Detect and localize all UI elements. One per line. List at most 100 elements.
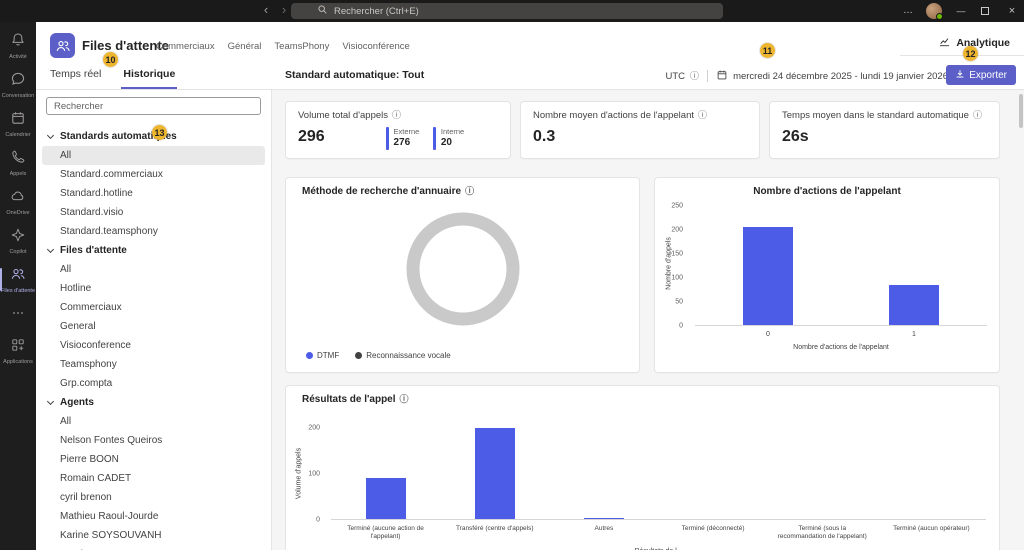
chevron-down-icon xyxy=(46,131,55,139)
tree-item[interactable]: Teamsphony xyxy=(42,355,265,374)
legend-item[interactable]: Reconnaissance vocale xyxy=(355,351,451,360)
view-tab-0[interactable]: Temps réel xyxy=(48,62,103,89)
utc-label[interactable]: UTC xyxy=(666,71,686,82)
workspace-tab-3[interactable]: Visioconférence xyxy=(342,41,409,52)
kpi-title: Nombre moyen d'actions de l'appelant ⓘ xyxy=(533,110,707,121)
copilot-icon xyxy=(10,227,26,248)
date-filter: UTC ⓘ mercredi 24 décembre 2025 - lundi … xyxy=(666,67,948,85)
date-range[interactable]: mercredi 24 décembre 2025 - lundi 19 jan… xyxy=(733,71,948,82)
dashboard: Volume total d'appels ⓘ 296 Externe 276 In… xyxy=(272,90,1024,550)
tree-group-label: Agents xyxy=(60,397,94,408)
rail-item-label: OneDrive xyxy=(6,210,30,216)
workspace-tab-1[interactable]: Général xyxy=(228,41,262,52)
rail-item-label: Activité xyxy=(9,54,27,60)
tree-item[interactable]: Visioconference xyxy=(42,336,265,355)
kpi-breakdown: Externe 276 Interne 20 xyxy=(386,127,464,150)
chevron-down-icon xyxy=(46,245,55,253)
legend-label: Reconnaissance vocale xyxy=(366,351,451,360)
more-options-icon[interactable]: … xyxy=(899,0,917,22)
analytics-menu[interactable]: Analytique xyxy=(900,30,1024,56)
rail-item-more[interactable] xyxy=(0,300,36,332)
chart-title-text: Nombre d'actions de l'appelant xyxy=(753,186,901,197)
chart-title: Nombre d'actions de l'appelant xyxy=(655,186,999,197)
rail-item-calendar[interactable]: Calendrier xyxy=(0,105,36,144)
breakdown-value: 276 xyxy=(393,137,411,148)
tree-group-1[interactable]: Files d'attente xyxy=(36,241,271,260)
step-badge-12: 12 xyxy=(963,46,978,61)
info-icon[interactable]: ⓘ xyxy=(465,187,474,196)
kpi-avg-time-card: Temps moyen dans le standard automatique… xyxy=(769,101,1000,159)
breakdown-bar-icon xyxy=(386,127,389,150)
kpi-title: Temps moyen dans le standard automatique… xyxy=(782,110,982,121)
chart-title-text: Méthode de recherche d'annuaire xyxy=(302,186,462,197)
sidebar-search[interactable] xyxy=(46,97,261,115)
x-category-label: 1 xyxy=(912,331,916,338)
chart-icon xyxy=(938,35,951,51)
maximize-icon[interactable] xyxy=(981,7,989,15)
legend-dot-icon xyxy=(355,352,363,359)
tree-item[interactable]: Standard.commerciaux xyxy=(42,165,265,184)
info-icon[interactable]: ⓘ xyxy=(973,111,982,120)
rail-item-copilot[interactable]: Copilot xyxy=(0,222,36,261)
tree-item[interactable]: Mathieu Raoul-Jourde xyxy=(42,507,265,526)
view-tab-1[interactable]: Historique xyxy=(121,62,178,89)
tree-item[interactable]: Commerciaux xyxy=(42,298,265,317)
rail-item-activity[interactable]: Activité xyxy=(0,27,36,66)
tree-item[interactable]: All xyxy=(42,412,265,431)
kpi-breakdown-interne: Interne 20 xyxy=(433,127,464,150)
tree-item[interactable]: Hotline xyxy=(42,279,265,298)
tree-item[interactable]: All xyxy=(42,260,265,279)
global-search[interactable]: Rechercher (Ctrl+E) xyxy=(291,3,723,19)
donut-chart xyxy=(406,212,520,326)
tree-item[interactable]: Karine SOYSOUVANH xyxy=(42,526,265,545)
bell-icon xyxy=(10,32,26,53)
workspace-tab-0[interactable]: Commerciaux xyxy=(156,41,215,52)
legend-dot-icon xyxy=(306,352,313,359)
tree-item[interactable]: Grp.compta xyxy=(42,374,265,393)
tree-item[interactable]: Pierre BOON xyxy=(42,450,265,469)
scrollbar-thumb[interactable] xyxy=(1019,94,1023,128)
info-icon[interactable]: ⓘ xyxy=(690,71,699,81)
info-icon[interactable]: ⓘ xyxy=(698,111,707,120)
tree-item[interactable]: Nelson Fontes Queiros xyxy=(42,431,265,450)
sidebar-search-input[interactable] xyxy=(54,100,253,112)
y-tick-label: 150 xyxy=(671,250,683,258)
rail-item-queues[interactable]: Files d'attente xyxy=(0,261,36,300)
y-tick-label: 100 xyxy=(308,470,320,478)
step-badge-13: 13 xyxy=(152,125,167,140)
forward-icon[interactable]: › xyxy=(276,0,292,22)
bar-plot xyxy=(695,206,987,326)
tree-item[interactable]: Standard.teamsphony xyxy=(42,222,265,241)
export-label: Exporter xyxy=(969,69,1007,81)
rail-item-calls[interactable]: Appels xyxy=(0,144,36,183)
minimize-icon[interactable]: — xyxy=(952,0,970,22)
tree-item[interactable]: Standard.hotline xyxy=(42,184,265,203)
close-icon[interactable]: × xyxy=(1003,0,1021,22)
queues-icon xyxy=(10,266,26,287)
tree-item[interactable]: All xyxy=(42,146,265,165)
rail-item-apps[interactable]: Applications xyxy=(0,332,36,371)
tree-item[interactable]: cyril brenon xyxy=(42,488,265,507)
x-category-label: 0 xyxy=(766,331,770,338)
workspace-tabs: Commerciaux Général TeamsPhony Visioconfére… xyxy=(156,41,410,52)
export-button[interactable]: Exporter xyxy=(946,65,1016,85)
x-axis-labels: Terminé (aucune action de l'appelant) Tra… xyxy=(331,524,986,546)
x-axis-labels: 01 xyxy=(695,330,987,340)
tree-item[interactable]: Standard.visio xyxy=(42,203,265,222)
chat-icon xyxy=(10,71,26,92)
rail-item-label: Applications xyxy=(3,359,33,365)
rail-item-chat[interactable]: Conversation xyxy=(0,66,36,105)
tree-item[interactable]: Romain CADET xyxy=(42,469,265,488)
info-icon[interactable]: ⓘ xyxy=(400,395,409,404)
rail-item-onedrive[interactable]: OneDrive xyxy=(0,183,36,222)
tree-item[interactable]: General xyxy=(42,317,265,336)
legend-item[interactable]: DTMF xyxy=(306,351,339,360)
tree-group-2[interactable]: Agents xyxy=(36,393,271,412)
rail-item-label: Files d'attente xyxy=(0,288,36,294)
info-icon[interactable]: ⓘ xyxy=(392,111,401,120)
directory-search-card: Méthode de recherche d'annuaire ⓘ DTMF Rec… xyxy=(285,177,640,373)
back-icon[interactable]: ‹ xyxy=(258,0,274,22)
workspace-tab-2[interactable]: TeamsPhony xyxy=(274,41,329,52)
tree-item[interactable]: Stephane JOURDAN xyxy=(42,545,265,550)
kpi-value: 296 xyxy=(298,128,325,145)
